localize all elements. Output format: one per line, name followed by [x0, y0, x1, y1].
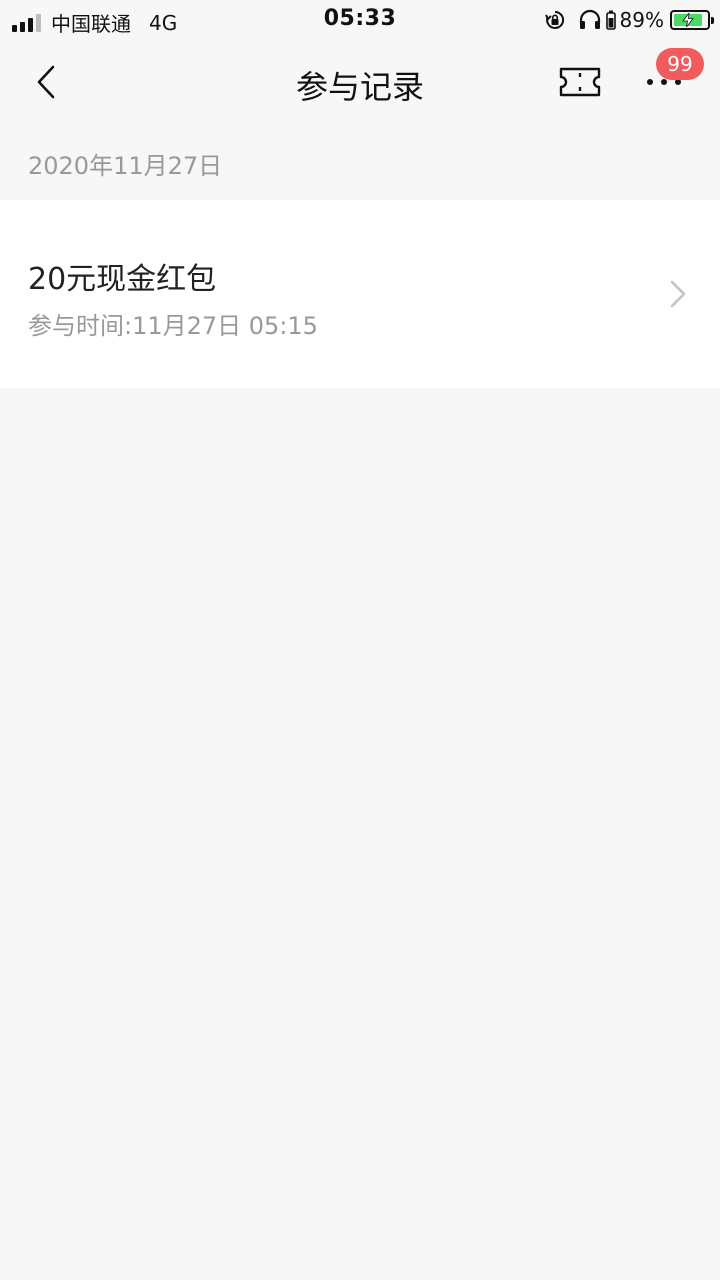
date-section-header: 2020年11月27日: [28, 152, 223, 180]
nav-bar: 参与记录: [0, 40, 720, 124]
ticket-icon: [559, 67, 601, 97]
battery-charging-icon: [670, 10, 714, 30]
ticket-button[interactable]: [552, 58, 608, 106]
status-right: 89%: [544, 8, 714, 32]
status-bar: 中国联通 4G 05:33 89%: [0, 0, 720, 40]
battery-percent: 89%: [619, 8, 664, 32]
headphones-icon: [578, 9, 602, 31]
record-item[interactable]: 20元现金红包 参与时间:11月27日 05:15: [0, 200, 720, 388]
record-time: 参与时间:11月27日 05:15: [28, 312, 318, 340]
notification-badge: 99: [656, 48, 704, 80]
rotation-lock-icon: [544, 9, 566, 31]
chevron-right-icon: [670, 280, 686, 308]
battery-small-icon: [605, 9, 616, 31]
record-title: 20元现金红包: [28, 262, 217, 297]
page-title: 参与记录: [295, 68, 424, 106]
